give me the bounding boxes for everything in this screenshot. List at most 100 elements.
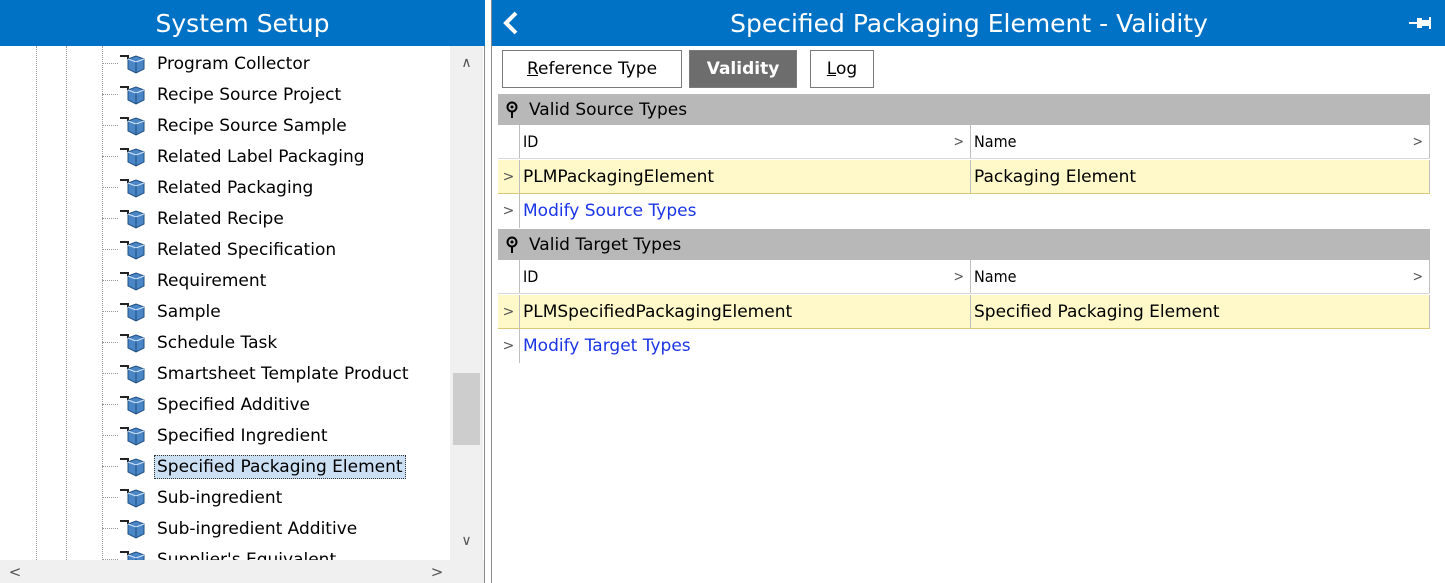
object-type-icon [118,487,154,509]
tree-vertical-scrollbar[interactable]: ∧ ∨ [450,46,483,560]
tree-item-label[interactable]: Sub-ingredient Additive [154,517,360,541]
tab-validity-label: Validity [706,59,780,79]
tree-item[interactable]: Specified Ingredient [102,420,450,451]
object-type-icon [118,332,154,354]
tree-item-label[interactable]: Recipe Source Sample [154,114,350,138]
column-header-name[interactable]: Name > [971,125,1430,158]
row-expand-icon[interactable]: > [498,194,520,228]
object-type-icon [118,146,154,168]
tree-item-label[interactable]: Sample [154,300,224,324]
system-setup-header: System Setup [0,0,485,46]
table-row[interactable]: > PLMSpecifiedPackagingElement Specified… [498,295,1430,329]
modify-target-types-row: > Modify Target Types [498,329,1430,363]
tree-connector [102,373,118,374]
scroll-down-icon[interactable]: ∨ [450,526,483,556]
tree-item[interactable]: Sample [102,296,450,327]
vertical-scroll-thumb[interactable] [453,373,480,445]
object-type-icon [118,239,154,261]
tree-connector [102,466,118,467]
tree-connector [102,528,118,529]
column-expand-icon[interactable]: > [1412,269,1423,285]
object-type-icon [118,177,154,199]
tree-item[interactable]: Smartsheet Template Product [102,358,450,389]
valid-target-types-header[interactable]: Valid Target Types [498,229,1430,260]
cell-id[interactable]: PLMSpecifiedPackagingElement [520,295,971,328]
cell-name[interactable]: Packaging Element [971,160,1430,193]
tree-item[interactable]: Requirement [102,265,450,296]
tree-item[interactable]: Program Collector [102,48,450,79]
modify-source-types-link[interactable]: Modify Source Types [520,194,696,228]
tab-reference-type[interactable]: Reference Type [502,50,682,88]
tree-item[interactable]: Related Recipe [102,203,450,234]
row-expand-icon[interactable]: > [498,329,520,363]
column-expand-icon[interactable]: > [953,134,964,150]
tree-connector [102,342,118,343]
tree-item[interactable]: Specified Packaging Element [102,451,450,482]
pin-button[interactable] [1408,13,1434,33]
tree-item-label[interactable]: Sub-ingredient [154,486,285,510]
tree-item[interactable]: Schedule Task [102,327,450,358]
pushpin-icon[interactable] [501,234,523,256]
tree-item[interactable]: Related Packaging [102,172,450,203]
tree-item-label[interactable]: Specified Ingredient [154,424,331,448]
tree-connector [102,63,118,64]
scroll-right-icon[interactable]: > [422,560,452,583]
tree-item-label[interactable]: Requirement [154,269,269,293]
valid-source-types-header[interactable]: Valid Source Types [498,94,1430,125]
table-row[interactable]: > PLMPackagingElement Packaging Element [498,160,1430,194]
tree-horizontal-scrollbar[interactable]: < > [0,560,484,583]
tree-connector [102,311,118,312]
tree-item-label[interactable]: Smartsheet Template Product [154,362,412,386]
cell-id[interactable]: PLMPackagingElement [520,160,971,193]
tree-connector [102,249,118,250]
tree-item[interactable]: Related Specification [102,234,450,265]
section-title: Valid Target Types [529,234,682,255]
tree-connector [102,280,118,281]
tree-item-label[interactable]: Related Label Packaging [154,145,368,169]
tree-connector [102,435,118,436]
cell-name[interactable]: Specified Packaging Element [971,295,1430,328]
tree-item-label[interactable]: Specified Additive [154,393,313,417]
column-header-label: Name [974,132,1017,151]
column-header-label: ID [523,132,539,151]
column-header-name[interactable]: Name > [971,260,1430,293]
tree-item[interactable]: Related Label Packaging [102,141,450,172]
object-type-icon [118,549,154,560]
tree-item-label[interactable]: Related Packaging [154,176,316,200]
row-indicator [498,125,520,158]
scroll-up-icon[interactable]: ∧ [450,48,483,78]
tree-item-label[interactable]: Related Specification [154,238,339,262]
tree-item[interactable]: Recipe Source Project [102,79,450,110]
tree-item[interactable]: Supplier's Equivalent [102,544,450,560]
tree-item[interactable]: Sub-ingredient [102,482,450,513]
column-header-label: Name [974,267,1017,286]
column-expand-icon[interactable]: > [1412,134,1423,150]
tab-validity[interactable]: Validity [689,50,797,88]
tree-item-label[interactable]: Program Collector [154,52,313,76]
tree-item[interactable]: Recipe Source Sample [102,110,450,141]
tree-item-label[interactable]: Supplier's Equivalent [154,548,339,561]
chevron-left-icon [503,11,518,35]
system-setup-title: System Setup [155,8,330,38]
modify-target-types-link[interactable]: Modify Target Types [520,329,691,363]
tree-item[interactable]: Sub-ingredient Additive [102,513,450,544]
scroll-left-icon[interactable]: < [0,560,30,583]
validity-pane: Specified Packaging Element - Validity R… [491,0,1445,583]
tree-item-label[interactable]: Related Recipe [154,207,287,231]
tree-item-label[interactable]: Specified Packaging Element [154,454,406,479]
column-header-id[interactable]: ID > [520,260,971,293]
pushpin-icon[interactable] [501,99,523,121]
row-expand-icon[interactable]: > [498,295,520,328]
row-expand-icon[interactable]: > [498,160,520,193]
back-button[interactable] [500,9,522,37]
system-setup-pane: System Setup Program Collector Recipe Sou… [0,0,485,583]
column-header-id[interactable]: ID > [520,125,971,158]
tree-item-label[interactable]: Recipe Source Project [154,83,344,107]
tab-accelerator: R [526,59,539,79]
column-expand-icon[interactable]: > [953,269,964,285]
tree-item[interactable]: Specified Additive [102,389,450,420]
tree-item-label[interactable]: Schedule Task [154,331,280,355]
column-header-label: ID [523,267,539,286]
object-type-icon [118,208,154,230]
tab-log[interactable]: Log [810,50,874,88]
